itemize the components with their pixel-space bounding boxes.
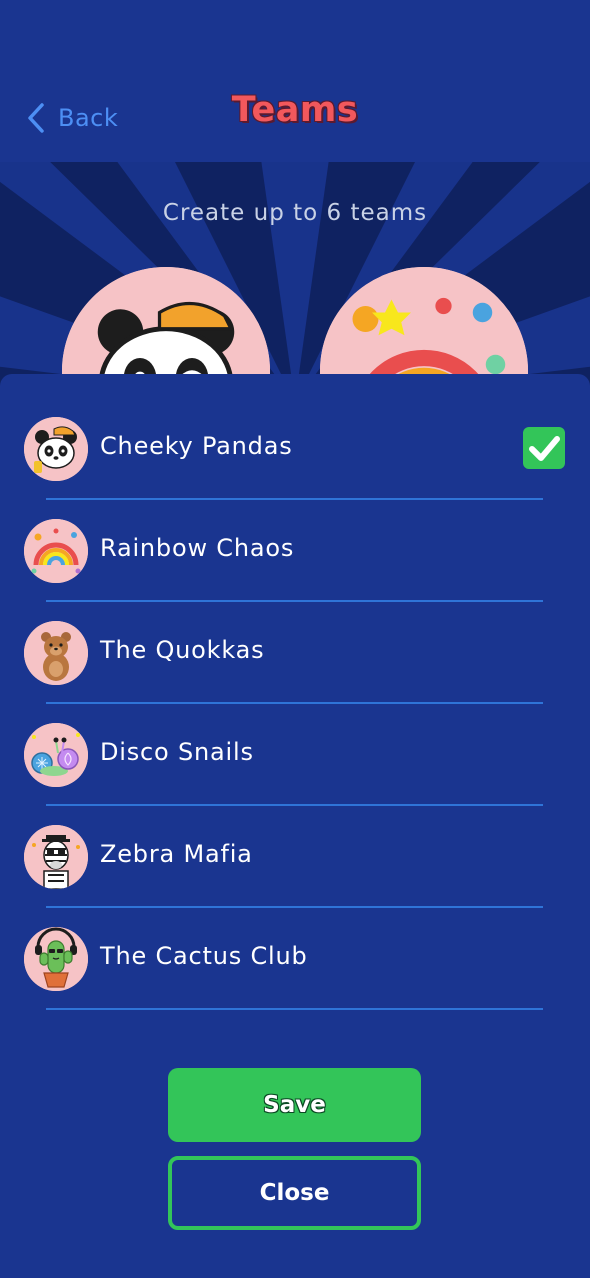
top-nav-bar: Back Teams <box>0 0 590 162</box>
team-name: Cheeky Pandas <box>100 432 293 460</box>
team-name: Disco Snails <box>100 738 254 766</box>
selected-checkbox[interactable] <box>523 427 565 469</box>
team-row-the-quokkas[interactable]: The Quokkas <box>0 578 590 704</box>
team-avatar <box>24 927 88 991</box>
save-button[interactable]: Save <box>168 1068 421 1142</box>
rainbow-chaos-icon <box>24 519 88 583</box>
quokka-icon <box>24 621 88 685</box>
hero-banner: Create up to 6 teams <box>0 162 590 402</box>
team-avatar <box>24 621 88 685</box>
team-row-the-cactus-club[interactable]: The Cactus Club <box>0 884 590 1010</box>
panda-icon <box>24 417 88 481</box>
team-row-disco-snails[interactable]: Disco Snails <box>0 680 590 806</box>
disco-snails-icon <box>24 723 88 787</box>
checkmark-icon <box>529 436 560 461</box>
team-name: The Cactus Club <box>100 942 308 970</box>
team-list-sheet: Cheeky Pandas Rainbow Chaos The Quokkas … <box>0 374 590 1278</box>
team-avatar <box>24 417 88 481</box>
team-name: The Quokkas <box>100 636 265 664</box>
team-row-zebra-mafia[interactable]: Zebra Mafia <box>0 782 590 908</box>
team-name: Rainbow Chaos <box>100 534 295 562</box>
close-button[interactable]: Close <box>168 1156 421 1230</box>
team-row-cheeky-pandas[interactable]: Cheeky Pandas <box>0 374 590 500</box>
team-row-rainbow-chaos[interactable]: Rainbow Chaos <box>0 476 590 602</box>
team-name: Zebra Mafia <box>100 840 253 868</box>
cactus-icon <box>24 927 88 991</box>
row-divider <box>46 1008 543 1010</box>
team-avatar <box>24 723 88 787</box>
team-avatar <box>24 825 88 889</box>
subtitle: Create up to 6 teams <box>162 200 428 226</box>
team-avatar <box>24 519 88 583</box>
zebra-icon <box>24 825 88 889</box>
page-title: Teams <box>231 90 359 130</box>
